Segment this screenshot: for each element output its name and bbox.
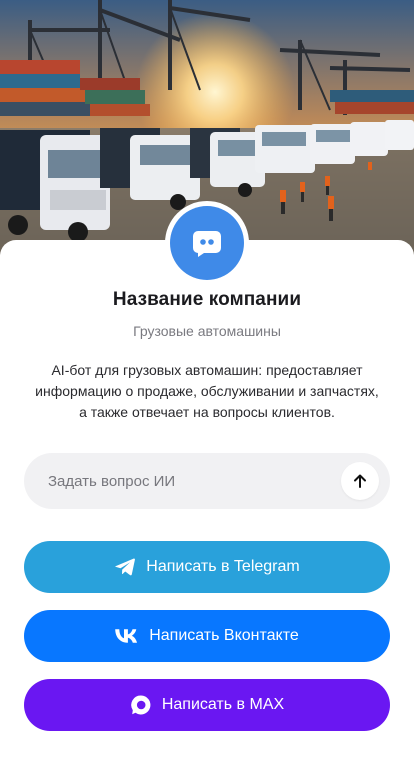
- telegram-icon: [114, 557, 136, 577]
- ask-ai-box: [24, 453, 390, 509]
- arrow-up-icon: [354, 474, 366, 488]
- vk-button-label: Написать Вконтакте: [149, 627, 299, 644]
- telegram-button[interactable]: Написать в Telegram: [24, 541, 390, 593]
- chat-bot-icon: [170, 206, 244, 280]
- vk-icon: [115, 629, 139, 643]
- company-name: Название компании: [112, 289, 302, 310]
- vk-button[interactable]: Написать Вконтакте: [24, 610, 390, 662]
- send-button[interactable]: [341, 462, 379, 500]
- avatar: [165, 201, 249, 285]
- company-category: Грузовые автомашины: [133, 323, 281, 339]
- telegram-button-label: Написать в Telegram: [146, 558, 300, 575]
- ask-ai-input[interactable]: [24, 472, 341, 490]
- max-button[interactable]: Написать в MAX: [24, 679, 390, 731]
- company-description: AI-бот для грузовых автомашин: предостав…: [35, 362, 379, 420]
- max-button-label: Написать в MAX: [161, 696, 285, 713]
- max-icon: [130, 694, 152, 716]
